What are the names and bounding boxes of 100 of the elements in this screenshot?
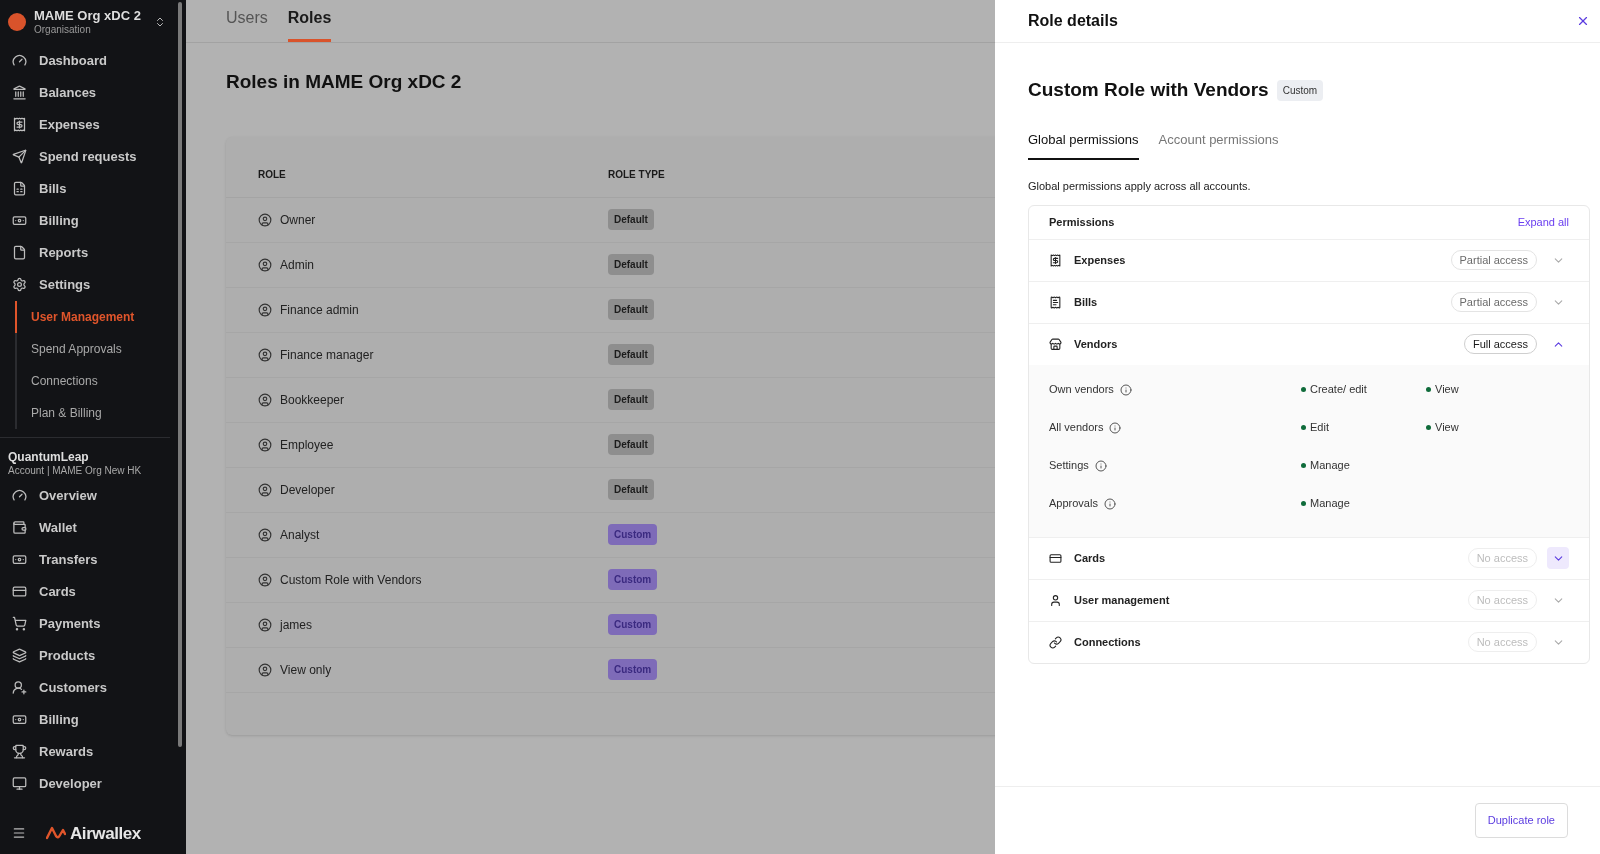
access-tag: No access bbox=[1467, 589, 1537, 611]
user-icon bbox=[258, 482, 272, 497]
paper-plane-icon bbox=[12, 149, 27, 165]
nav-item[interactable]: Bills bbox=[0, 172, 186, 205]
info-icon[interactable] bbox=[1119, 383, 1132, 396]
nav-item[interactable]: Payments bbox=[0, 607, 186, 640]
permission-name: Expenses bbox=[1074, 252, 1127, 268]
cart-icon bbox=[12, 615, 27, 631]
permission-row[interactable]: Vendors Full access bbox=[1029, 323, 1589, 365]
nav-item[interactable]: Overview bbox=[0, 479, 186, 512]
nav-item[interactable]: Wallet bbox=[0, 511, 186, 544]
role-type-tag: Custom bbox=[608, 524, 658, 545]
grant-label: Edit bbox=[1310, 420, 1329, 436]
role-name[interactable]: Custom Role with Vendors bbox=[280, 570, 422, 589]
permission-row[interactable]: Connections No access bbox=[1029, 621, 1589, 663]
nav-item[interactable]: Billing bbox=[0, 204, 186, 237]
role-name[interactable]: Developer bbox=[280, 480, 335, 499]
nav-item[interactable]: Customers bbox=[0, 671, 186, 704]
permission-row[interactable]: User management No access bbox=[1029, 579, 1589, 621]
page-tab[interactable]: Roles bbox=[287, 6, 332, 42]
scrollbar[interactable] bbox=[178, 2, 182, 747]
permission-tab[interactable]: Account permissions bbox=[1158, 129, 1279, 160]
user-icon bbox=[258, 572, 272, 587]
settings-icon bbox=[12, 277, 27, 293]
role-name[interactable]: Analyst bbox=[280, 525, 320, 544]
info-icon[interactable] bbox=[1109, 421, 1122, 434]
role-name[interactable]: Owner bbox=[280, 210, 316, 229]
role-name[interactable]: james bbox=[280, 615, 312, 634]
bank-icon bbox=[12, 85, 27, 101]
nav-item[interactable]: Spend requests bbox=[0, 140, 186, 173]
nav-subitem[interactable]: Spend Approvals bbox=[17, 332, 186, 365]
role-type-tag: Default bbox=[608, 434, 654, 455]
receipt-icon bbox=[1049, 253, 1062, 267]
role-name[interactable]: Admin bbox=[280, 255, 314, 274]
user-icon bbox=[258, 257, 272, 272]
info-icon[interactable] bbox=[1103, 497, 1116, 510]
grant-label: View bbox=[1435, 382, 1459, 398]
org-subtitle: Organisation bbox=[34, 24, 92, 37]
permission-name: Connections bbox=[1074, 634, 1142, 650]
nav-item[interactable]: Settings bbox=[0, 268, 186, 301]
duplicate-role-button[interactable]: Duplicate role bbox=[1474, 803, 1568, 838]
nav-item[interactable]: Developer bbox=[0, 767, 186, 800]
role-name[interactable]: Finance manager bbox=[280, 345, 374, 364]
column-header: ROLE bbox=[257, 167, 287, 182]
nav-item[interactable]: Billing bbox=[0, 703, 186, 736]
page-heading: Roles in MAME Org xDC 2 bbox=[225, 70, 463, 94]
card-icon bbox=[12, 583, 27, 599]
detail-label: All vendors bbox=[1049, 420, 1104, 436]
trophy-icon bbox=[12, 743, 27, 759]
permission-row[interactable]: Expenses Partial access bbox=[1029, 239, 1589, 281]
switcher-icon[interactable] bbox=[154, 16, 166, 29]
nav-item[interactable]: Dashboard bbox=[0, 44, 186, 77]
document-icon bbox=[1049, 295, 1062, 309]
nav-item[interactable]: Expenses bbox=[0, 108, 186, 141]
nav-item[interactable]: Products bbox=[0, 639, 186, 672]
menu-icon[interactable] bbox=[12, 826, 26, 841]
logo-icon bbox=[46, 826, 66, 841]
user-icon bbox=[258, 617, 272, 632]
grant-label: Manage bbox=[1310, 496, 1350, 512]
user-icon bbox=[258, 527, 272, 542]
role-type-tag: Custom bbox=[608, 659, 658, 680]
nav-item[interactable]: Reports bbox=[0, 236, 186, 269]
toggle-button[interactable] bbox=[1547, 547, 1569, 569]
role-name[interactable]: Finance admin bbox=[280, 300, 359, 319]
role-name[interactable]: Employee bbox=[280, 435, 334, 454]
store-icon bbox=[1049, 337, 1062, 351]
description: Global permissions apply across all accounts. bbox=[1028, 179, 1252, 194]
role-type-tag: Custom bbox=[608, 569, 658, 590]
permission-tab[interactable]: Global permissions bbox=[1028, 129, 1139, 160]
layers-icon bbox=[12, 647, 27, 663]
nav-item[interactable]: Balances bbox=[0, 76, 186, 109]
page-tab[interactable]: Users bbox=[226, 6, 268, 42]
permission-row[interactable]: Cards No access bbox=[1029, 537, 1589, 579]
info-icon[interactable] bbox=[1094, 459, 1107, 472]
permission-name: Vendors bbox=[1074, 336, 1119, 352]
role-name[interactable]: View only bbox=[280, 660, 332, 679]
grant-label: Manage bbox=[1310, 458, 1350, 474]
nav-subitem[interactable]: Connections bbox=[17, 364, 186, 397]
org-avatar-icon bbox=[8, 13, 26, 32]
nav-item[interactable]: Cards bbox=[0, 575, 186, 608]
nav-item[interactable]: Rewards bbox=[0, 735, 186, 768]
permission-row[interactable]: Bills Partial access bbox=[1029, 281, 1589, 323]
user-icon bbox=[258, 662, 272, 677]
close-icon[interactable] bbox=[1576, 14, 1590, 28]
user-icon bbox=[258, 302, 272, 317]
grant-label: Create/ edit bbox=[1310, 382, 1367, 398]
permissions-header: Permissions bbox=[1049, 214, 1115, 230]
permission-name: User management bbox=[1074, 592, 1171, 608]
panel-title: Role details bbox=[1028, 11, 1118, 31]
account-name: QuantumLeap bbox=[8, 449, 90, 465]
role-name[interactable]: Bookkeeper bbox=[280, 390, 345, 409]
receipt-icon bbox=[12, 117, 27, 133]
nav-item[interactable]: Transfers bbox=[0, 543, 186, 576]
wallet-icon bbox=[12, 519, 27, 535]
expand-all-link[interactable]: Expand all bbox=[1517, 213, 1569, 231]
nav-subitem[interactable]: Plan & Billing bbox=[17, 396, 186, 429]
logo-text: Airwallex bbox=[70, 822, 141, 845]
user-arrow-icon bbox=[12, 679, 27, 695]
grant-label: View bbox=[1435, 420, 1459, 436]
user-icon bbox=[258, 437, 272, 452]
